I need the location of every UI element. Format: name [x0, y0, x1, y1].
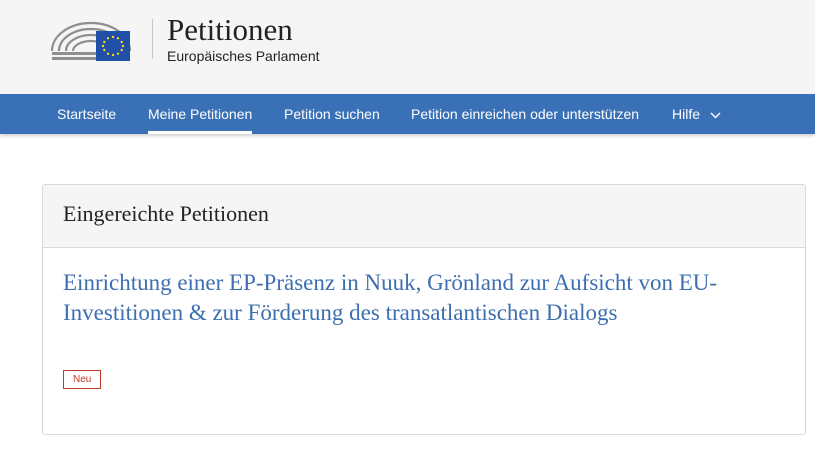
main-navigation: Startseite Meine Petitionen Petition suc…	[0, 94, 815, 134]
nav-item-petition-suchen[interactable]: Petition suchen	[284, 94, 380, 134]
nav-item-meine-petitionen[interactable]: Meine Petitionen	[148, 94, 253, 134]
european-parliament-logo-icon[interactable]	[48, 17, 134, 65]
chevron-down-icon	[710, 112, 721, 119]
status-badge: Neu	[63, 370, 102, 389]
nav-item-label: Petition suchen	[284, 106, 380, 122]
nav-item-label: Meine Petitionen	[148, 106, 253, 122]
nav-item-hilfe[interactable]: Hilfe	[672, 94, 721, 134]
site-title[interactable]: Petitionen	[167, 10, 293, 50]
nav-item-label: Startseite	[57, 106, 117, 122]
site-subtitle: Europäisches Parlament	[167, 48, 320, 64]
submitted-petitions-panel: Eingereichte Petitionen Einrichtung eine…	[42, 184, 806, 435]
nav-item-label: Petition einreichen oder unterstützen	[411, 106, 640, 122]
nav-item-label: Hilfe	[672, 106, 701, 122]
nav-item-startseite[interactable]: Startseite	[57, 94, 116, 134]
petition-title-link[interactable]: Einrichtung einer EP-Präsenz in Nuuk, Gr…	[63, 268, 783, 328]
logo-divider	[152, 19, 153, 59]
panel-title: Eingereichte Petitionen	[63, 201, 269, 226]
nav-item-petition-einreichen[interactable]: Petition einreichen oder unterstützen	[411, 94, 639, 134]
site-header: Petitionen Europäisches Parlament	[0, 0, 815, 94]
